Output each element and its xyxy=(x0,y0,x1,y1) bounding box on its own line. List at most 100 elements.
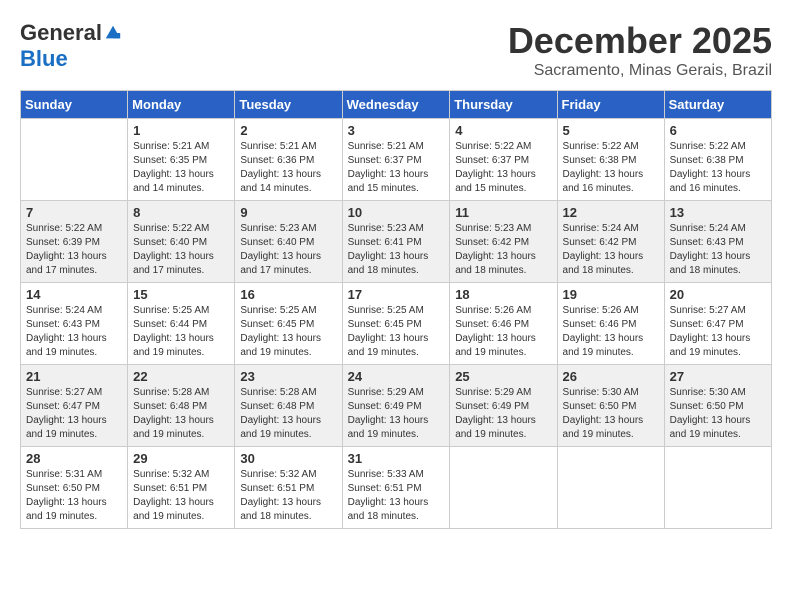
calendar-header-row: SundayMondayTuesdayWednesdayThursdayFrid… xyxy=(21,91,772,119)
day-number: 6 xyxy=(670,123,766,138)
day-number: 27 xyxy=(670,369,766,384)
calendar-day-cell: 29 Sunrise: 5:32 AMSunset: 6:51 PMDayligh… xyxy=(128,447,235,529)
calendar-week-row: 14 Sunrise: 5:24 AMSunset: 6:43 PMDayligh… xyxy=(21,283,772,365)
day-info: Sunrise: 5:33 AMSunset: 6:51 PMDaylight:… xyxy=(348,468,445,524)
day-header-saturday: Saturday xyxy=(664,91,771,119)
calendar-day-cell: 30 Sunrise: 5:32 AMSunset: 6:51 PMDayligh… xyxy=(235,447,342,529)
calendar-day-cell: 14 Sunrise: 5:24 AMSunset: 6:43 PMDayligh… xyxy=(21,283,128,365)
day-number: 18 xyxy=(455,287,551,302)
calendar-week-row: 21Sunrise: 5:27 AMSunset: 6:47 PMDayligh… xyxy=(21,365,772,447)
day-info: Sunrise: 5:21 AMSunset: 6:37 PMDaylight:… xyxy=(348,140,445,196)
day-info: Sunrise: 5:25 AMSunset: 6:45 PMDaylight:… xyxy=(348,304,445,360)
day-info: Sunrise: 5:30 AMSunset: 6:50 PMDaylight:… xyxy=(563,386,659,442)
day-info: Sunrise: 5:23 AMSunset: 6:40 PMDaylight:… xyxy=(240,222,336,278)
month-title: December 2025 xyxy=(508,20,772,62)
calendar-week-row: 7 Sunrise: 5:22 AMSunset: 6:39 PMDaylight… xyxy=(21,201,772,283)
calendar-day-cell xyxy=(664,447,771,529)
calendar-day-cell: 17Sunrise: 5:25 AMSunset: 6:45 PMDayligh… xyxy=(342,283,450,365)
day-number: 7 xyxy=(26,205,122,220)
calendar-table: SundayMondayTuesdayWednesdayThursdayFrid… xyxy=(20,90,772,529)
calendar-day-cell xyxy=(21,119,128,201)
day-number: 3 xyxy=(348,123,445,138)
day-header-friday: Friday xyxy=(557,91,664,119)
calendar-day-cell: 27 Sunrise: 5:30 AMSunset: 6:50 PMDayligh… xyxy=(664,365,771,447)
day-info: Sunrise: 5:25 AMSunset: 6:45 PMDaylight:… xyxy=(240,304,336,360)
day-number: 23 xyxy=(240,369,336,384)
day-number: 14 xyxy=(26,287,122,302)
day-number: 31 xyxy=(348,451,445,466)
calendar-day-cell: 6 Sunrise: 5:22 AMSunset: 6:38 PMDaylight… xyxy=(664,119,771,201)
calendar-week-row: 28Sunrise: 5:31 AMSunset: 6:50 PMDayligh… xyxy=(21,447,772,529)
calendar-day-cell: 15 Sunrise: 5:25 AMSunset: 6:44 PMDayligh… xyxy=(128,283,235,365)
day-header-thursday: Thursday xyxy=(450,91,557,119)
calendar-day-cell: 5 Sunrise: 5:22 AMSunset: 6:38 PMDaylight… xyxy=(557,119,664,201)
day-info: Sunrise: 5:22 AMSunset: 6:38 PMDaylight:… xyxy=(670,140,766,196)
day-info: Sunrise: 5:21 AMSunset: 6:35 PMDaylight:… xyxy=(133,140,229,196)
day-number: 25 xyxy=(455,369,551,384)
day-info: Sunrise: 5:22 AMSunset: 6:40 PMDaylight:… xyxy=(133,222,229,278)
calendar-day-cell: 26 Sunrise: 5:30 AMSunset: 6:50 PMDayligh… xyxy=(557,365,664,447)
day-info: Sunrise: 5:22 AMSunset: 6:38 PMDaylight:… xyxy=(563,140,659,196)
day-number: 28 xyxy=(26,451,122,466)
calendar-week-row: 1 Sunrise: 5:21 AMSunset: 6:35 PMDaylight… xyxy=(21,119,772,201)
day-info: Sunrise: 5:22 AMSunset: 6:37 PMDaylight:… xyxy=(455,140,551,196)
day-info: Sunrise: 5:29 AMSunset: 6:49 PMDaylight:… xyxy=(455,386,551,442)
day-info: Sunrise: 5:27 AMSunset: 6:47 PMDaylight:… xyxy=(670,304,766,360)
day-number: 1 xyxy=(133,123,229,138)
day-info: Sunrise: 5:24 AMSunset: 6:43 PMDaylight:… xyxy=(26,304,122,360)
calendar-day-cell: 2 Sunrise: 5:21 AMSunset: 6:36 PMDaylight… xyxy=(235,119,342,201)
calendar-day-cell: 22 Sunrise: 5:28 AMSunset: 6:48 PMDayligh… xyxy=(128,365,235,447)
day-info: Sunrise: 5:23 AMSunset: 6:41 PMDaylight:… xyxy=(348,222,445,278)
calendar-day-cell: 13Sunrise: 5:24 AMSunset: 6:43 PMDayligh… xyxy=(664,201,771,283)
logo-blue: Blue xyxy=(20,46,68,72)
day-number: 30 xyxy=(240,451,336,466)
page-header: General Blue December 2025 Sacramento, M… xyxy=(20,20,772,80)
day-info: Sunrise: 5:32 AMSunset: 6:51 PMDaylight:… xyxy=(133,468,229,524)
calendar-day-cell: 20 Sunrise: 5:27 AMSunset: 6:47 PMDayligh… xyxy=(664,283,771,365)
day-info: Sunrise: 5:29 AMSunset: 6:49 PMDaylight:… xyxy=(348,386,445,442)
day-number: 5 xyxy=(563,123,659,138)
calendar-day-cell xyxy=(450,447,557,529)
day-info: Sunrise: 5:26 AMSunset: 6:46 PMDaylight:… xyxy=(563,304,659,360)
calendar-day-cell: 8 Sunrise: 5:22 AMSunset: 6:40 PMDaylight… xyxy=(128,201,235,283)
day-number: 8 xyxy=(133,205,229,220)
calendar-day-cell: 10 Sunrise: 5:23 AMSunset: 6:41 PMDayligh… xyxy=(342,201,450,283)
day-info: Sunrise: 5:23 AMSunset: 6:42 PMDaylight:… xyxy=(455,222,551,278)
calendar-day-cell: 1 Sunrise: 5:21 AMSunset: 6:35 PMDaylight… xyxy=(128,119,235,201)
day-number: 21 xyxy=(26,369,122,384)
day-number: 10 xyxy=(348,205,445,220)
calendar-day-cell xyxy=(557,447,664,529)
calendar-day-cell: 24Sunrise: 5:29 AMSunset: 6:49 PMDayligh… xyxy=(342,365,450,447)
calendar-day-cell: 21Sunrise: 5:27 AMSunset: 6:47 PMDayligh… xyxy=(21,365,128,447)
day-info: Sunrise: 5:30 AMSunset: 6:50 PMDaylight:… xyxy=(670,386,766,442)
day-number: 16 xyxy=(240,287,336,302)
calendar-day-cell: 3 Sunrise: 5:21 AMSunset: 6:37 PMDaylight… xyxy=(342,119,450,201)
calendar-day-cell: 7 Sunrise: 5:22 AMSunset: 6:39 PMDaylight… xyxy=(21,201,128,283)
day-number: 29 xyxy=(133,451,229,466)
day-info: Sunrise: 5:28 AMSunset: 6:48 PMDaylight:… xyxy=(133,386,229,442)
day-header-wednesday: Wednesday xyxy=(342,91,450,119)
calendar-day-cell: 28Sunrise: 5:31 AMSunset: 6:50 PMDayligh… xyxy=(21,447,128,529)
day-info: Sunrise: 5:22 AMSunset: 6:39 PMDaylight:… xyxy=(26,222,122,278)
day-number: 9 xyxy=(240,205,336,220)
day-info: Sunrise: 5:21 AMSunset: 6:36 PMDaylight:… xyxy=(240,140,336,196)
day-number: 22 xyxy=(133,369,229,384)
day-info: Sunrise: 5:28 AMSunset: 6:48 PMDaylight:… xyxy=(240,386,336,442)
logo-general: General xyxy=(20,20,102,46)
day-number: 2 xyxy=(240,123,336,138)
location: Sacramento, Minas Gerais, Brazil xyxy=(508,62,772,80)
calendar-day-cell: 18 Sunrise: 5:26 AMSunset: 6:46 PMDayligh… xyxy=(450,283,557,365)
calendar-day-cell: 9 Sunrise: 5:23 AMSunset: 6:40 PMDaylight… xyxy=(235,201,342,283)
day-number: 26 xyxy=(563,369,659,384)
day-info: Sunrise: 5:32 AMSunset: 6:51 PMDaylight:… xyxy=(240,468,336,524)
logo-icon xyxy=(104,24,122,42)
day-info: Sunrise: 5:26 AMSunset: 6:46 PMDaylight:… xyxy=(455,304,551,360)
day-number: 20 xyxy=(670,287,766,302)
day-number: 15 xyxy=(133,287,229,302)
calendar-day-cell: 11Sunrise: 5:23 AMSunset: 6:42 PMDayligh… xyxy=(450,201,557,283)
day-info: Sunrise: 5:25 AMSunset: 6:44 PMDaylight:… xyxy=(133,304,229,360)
day-info: Sunrise: 5:24 AMSunset: 6:42 PMDaylight:… xyxy=(563,222,659,278)
calendar-day-cell: 19Sunrise: 5:26 AMSunset: 6:46 PMDayligh… xyxy=(557,283,664,365)
calendar-day-cell: 31 Sunrise: 5:33 AMSunset: 6:51 PMDayligh… xyxy=(342,447,450,529)
calendar-day-cell: 25 Sunrise: 5:29 AMSunset: 6:49 PMDayligh… xyxy=(450,365,557,447)
